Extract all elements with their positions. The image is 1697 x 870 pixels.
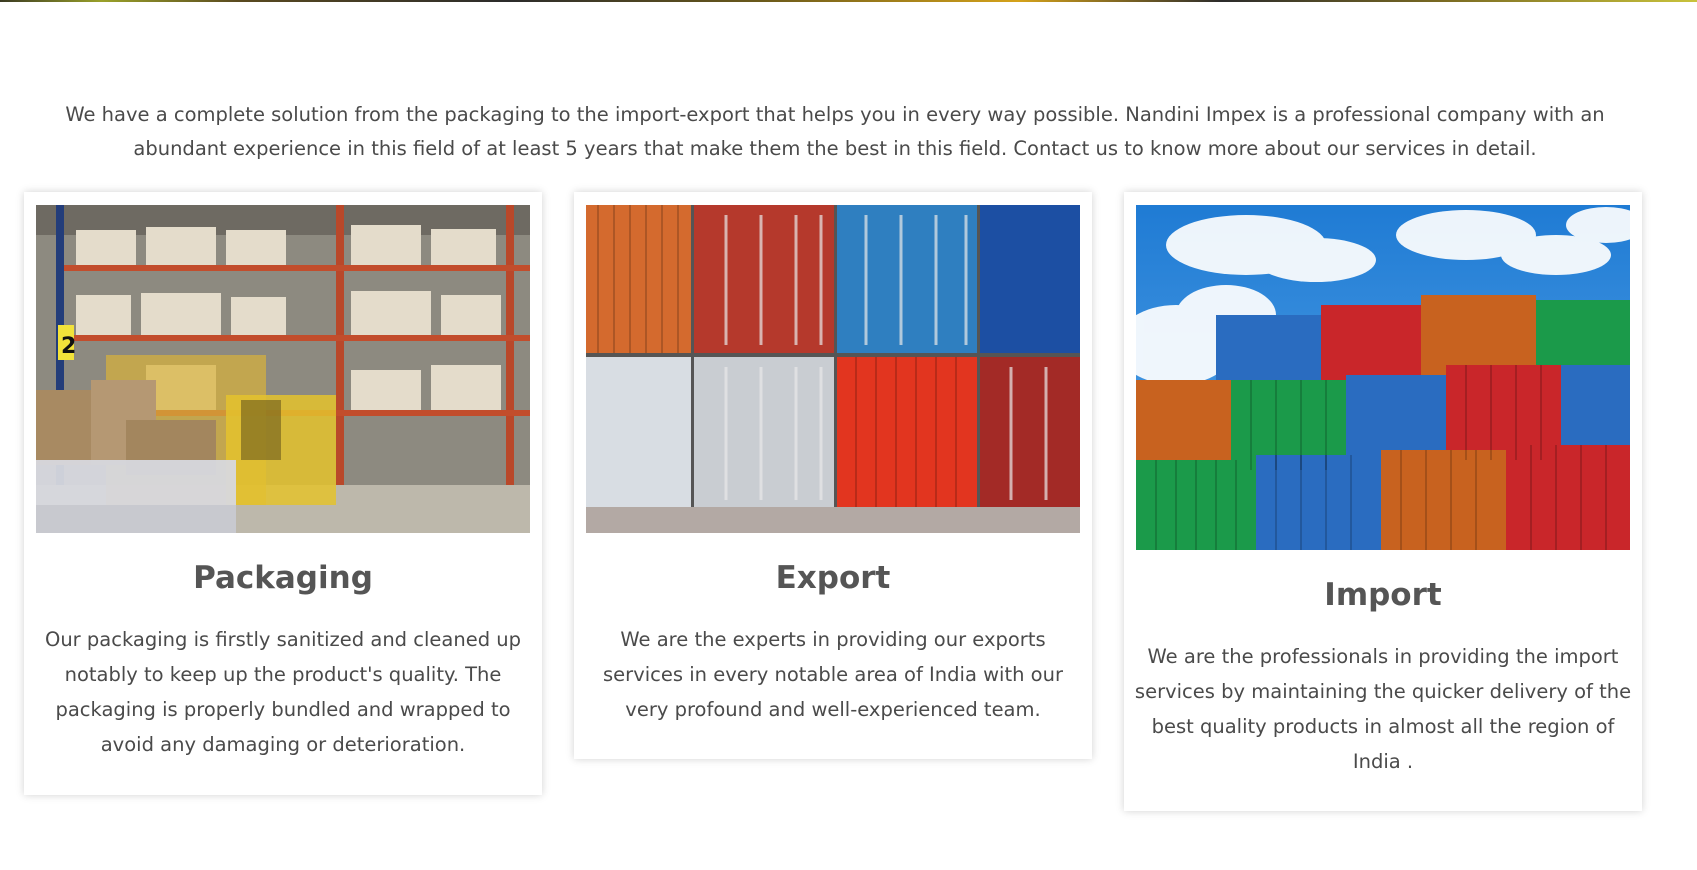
intro-paragraph: We have a complete solution from the pac… <box>65 102 1605 160</box>
export-title: Export <box>775 560 891 596</box>
packaging-title: Packaging <box>193 560 373 596</box>
import-title: Import <box>1324 577 1442 613</box>
service-card-packaging: 2 Packaging Our packaging is firstly san… <box>24 192 542 795</box>
packaging-description: Our packaging is firstly sanitized and c… <box>44 628 522 756</box>
export-description: We are the experts in providing our expo… <box>603 628 1063 721</box>
header-image-edge <box>0 0 1697 2</box>
warehouse-shelves-photo: 2 <box>36 205 530 533</box>
service-card-export: Export We are the experts in providing o… <box>574 192 1092 759</box>
import-description: We are the professionals in providing th… <box>1134 645 1632 773</box>
aisle-number-label: 2 <box>61 334 76 359</box>
stacked-containers-sky-photo <box>1136 205 1630 550</box>
service-card-import: Import We are the professionals in provi… <box>1124 192 1642 811</box>
container-doors-photo <box>586 205 1080 533</box>
